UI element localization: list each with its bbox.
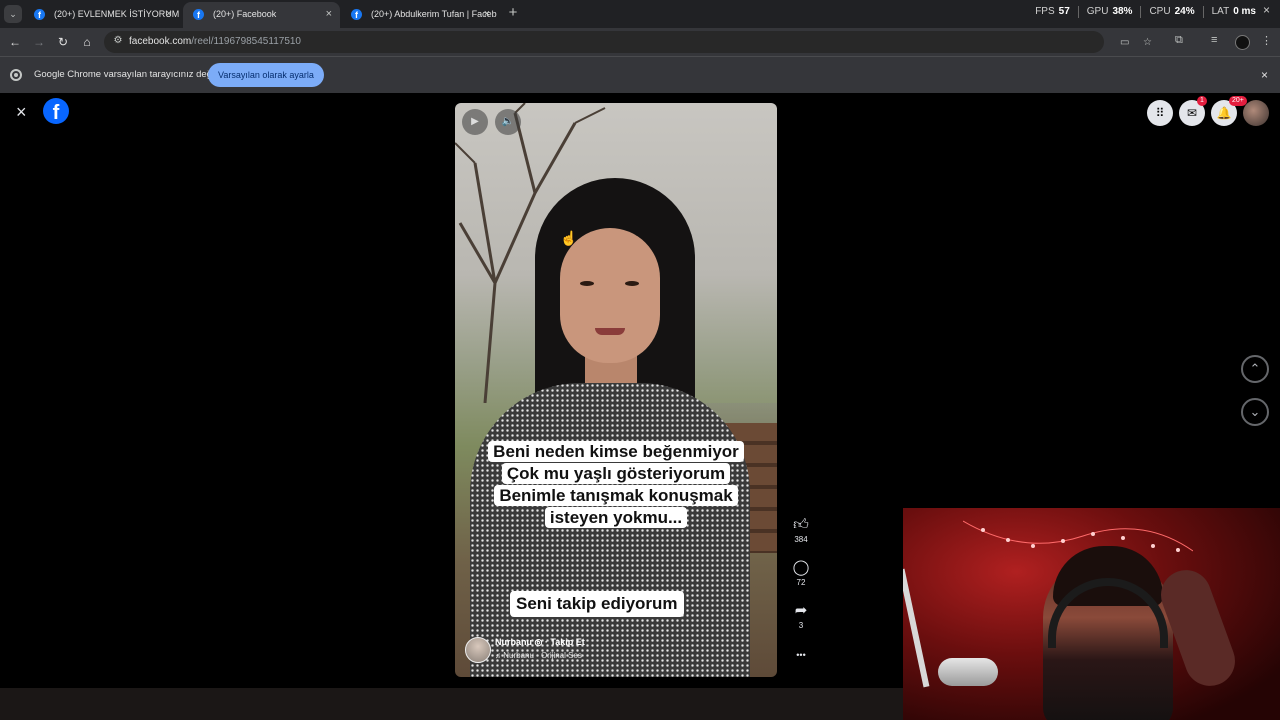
facebook-favicon-icon: f: [193, 9, 204, 20]
menu-grid-icon[interactable]: ⠿: [1147, 100, 1173, 126]
url-text[interactable]: facebook.com/reel/1196798545117510: [129, 31, 301, 53]
infobar-message: Google Chrome varsayılan tarayıcınız değ…: [34, 69, 217, 80]
like-action[interactable]: 👍︎ 384: [788, 517, 814, 545]
new-tab-button[interactable]: +: [505, 5, 521, 21]
music-note-icon: ♫: [495, 651, 501, 660]
more-options-action[interactable]: •••: [788, 647, 814, 663]
extensions-icon[interactable]: ⧉: [1175, 34, 1183, 47]
chrome-logo-icon: [10, 69, 22, 81]
reel-caption-overlay: Beni neden kimse beğenmiyor Çok mu yaşlı…: [475, 441, 757, 529]
tab-search-icon[interactable]: ⌄: [4, 5, 22, 23]
cpu-stat: CPU 24%: [1149, 6, 1195, 17]
caption-secondary: Seni takip ediyorum: [510, 591, 684, 617]
tab-close-icon[interactable]: ×: [326, 2, 332, 26]
home-icon[interactable]: ⌂: [78, 33, 96, 51]
comment-action[interactable]: ◯ 72: [788, 560, 814, 588]
comment-bubble-icon[interactable]: ◯: [788, 560, 814, 576]
facebook-favicon-icon: f: [351, 9, 362, 20]
default-browser-infobar: Google Chrome varsayılan tarayıcınız değ…: [0, 56, 1280, 93]
bookmark-star-icon[interactable]: ☆: [1143, 37, 1152, 48]
more-dots-icon[interactable]: •••: [788, 647, 814, 663]
browser-toolbar: ← → ↻ ⌂ ⚙ facebook.com/reel/119679854511…: [0, 28, 1280, 56]
mouse-cursor-icon: ☝: [560, 230, 578, 246]
notifications-badge: 20+: [1229, 96, 1247, 106]
facebook-favicon-icon: f: [34, 9, 45, 20]
tab-facebook-active[interactable]: f (20+) Facebook ×: [183, 2, 340, 28]
performance-overlay: FPS 57 GPU 38% CPU 24% LAT 0 ms: [1035, 6, 1256, 18]
person-dress: [470, 383, 750, 677]
person-eye: [580, 281, 594, 286]
account-avatar[interactable]: [1243, 100, 1269, 126]
person-eye: [625, 281, 639, 286]
facebook-logo[interactable]: f: [43, 98, 69, 124]
author-name[interactable]: Nurbanu: [495, 637, 532, 647]
back-arrow-icon[interactable]: ←: [6, 33, 24, 51]
cast-icon[interactable]: ▭: [1120, 37, 1129, 48]
caption-text: Beni neden kimse beğenmiyor Çok mu yaşlı…: [488, 441, 744, 528]
infobar-close-icon[interactable]: ×: [1261, 68, 1268, 82]
tab-close-icon[interactable]: ×: [484, 2, 490, 26]
person-face: [560, 228, 660, 363]
media-control-icon[interactable]: ≡: [1211, 34, 1217, 46]
like-count: 384: [794, 535, 808, 544]
profile-avatar[interactable]: [1235, 35, 1250, 50]
microphone: [938, 658, 998, 686]
share-action[interactable]: ➦ 3: [788, 603, 814, 631]
lat-stat: LAT 0 ms: [1211, 6, 1256, 17]
author-avatar[interactable]: [465, 637, 491, 663]
share-arrow-icon[interactable]: ➦: [788, 603, 814, 619]
tab-title: (20+) Abdulkerim Tufan | Faceb: [371, 9, 497, 19]
audio-line[interactable]: ♫ Nurbanu · Orijinal Ses: [495, 651, 582, 660]
tab-close-icon[interactable]: ×: [166, 2, 172, 26]
comment-count: 72: [796, 578, 806, 587]
audio-label: Nurbanu · Orijinal Ses: [503, 651, 582, 660]
next-reel-chevron-down-icon[interactable]: ⌄: [1241, 398, 1269, 426]
address-bar[interactable]: ⚙ facebook.com/reel/1196798545117510 ▭ ☆: [104, 31, 1152, 53]
person-mouth: [595, 328, 625, 335]
close-reel-icon[interactable]: ×: [16, 103, 27, 121]
tab-evlenmek[interactable]: f (20+) EVLENMEK İSTİYORUM | F ×: [24, 2, 180, 28]
globe-icon: ◎: [534, 637, 543, 647]
window-close-icon[interactable]: ×: [1263, 3, 1270, 17]
play-icon[interactable]: ▶: [462, 109, 488, 135]
menu-kebab-icon[interactable]: ⋮: [1261, 34, 1272, 47]
follow-button[interactable]: · Takip Et: [545, 637, 585, 647]
tab-title: (20+) EVLENMEK İSTİYORUM | F: [54, 9, 180, 19]
mute-speaker-icon[interactable]: 🔈: [495, 109, 521, 135]
site-info-icon[interactable]: ⚙: [112, 35, 124, 47]
author-line: Nurbanu ◎ · Takip Et: [495, 637, 585, 648]
tab-abdulkerim[interactable]: f (20+) Abdulkerim Tufan | Faceb ×: [341, 2, 498, 28]
thumbs-up-icon[interactable]: 👍︎: [788, 517, 814, 533]
forward-arrow-icon[interactable]: →: [30, 33, 48, 51]
messenger-badge: 1: [1197, 96, 1207, 106]
reel-author: Nurbanu ◎ · Takip Et ♫ Nurbanu · Orijina…: [465, 635, 765, 667]
streamer-webcam-overlay: [903, 508, 1280, 720]
set-default-button[interactable]: Varsayılan olarak ayarla: [208, 63, 324, 87]
fps-stat: FPS 57: [1035, 6, 1070, 17]
tab-title: (20+) Facebook: [213, 9, 277, 19]
gpu-stat: GPU 38%: [1086, 6, 1133, 17]
share-count: 3: [798, 621, 804, 630]
mic-boom-arm: [903, 568, 930, 688]
previous-reel-chevron-up-icon[interactable]: ⌃: [1241, 355, 1269, 383]
reload-icon[interactable]: ↻: [54, 33, 72, 51]
reel-video[interactable]: ▶ 🔈 Beni neden kimse beğenmiyor Çok mu y…: [455, 103, 777, 677]
tab-strip: ⌄ f (20+) EVLENMEK İSTİYORUM | F × f (20…: [0, 0, 1280, 28]
